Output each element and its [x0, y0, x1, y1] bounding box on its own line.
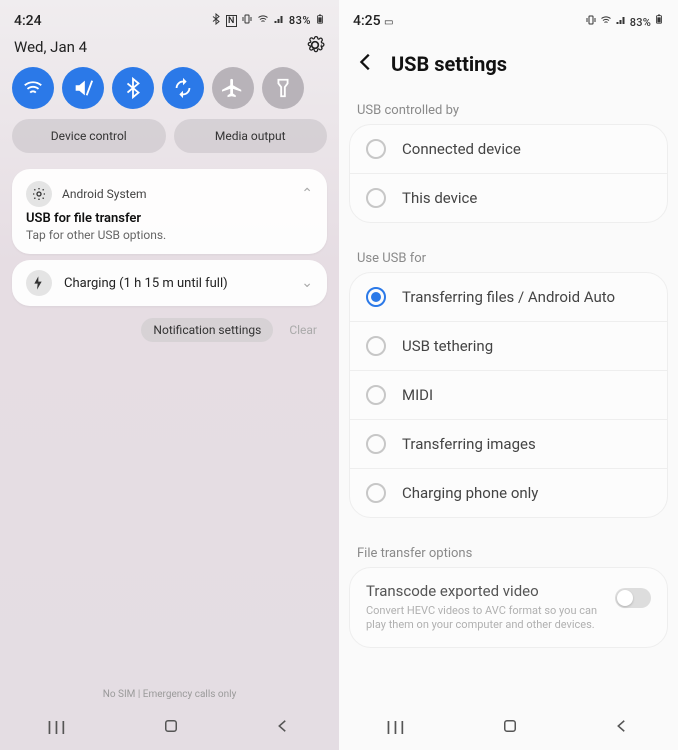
- notif-app-label: Android System: [62, 187, 147, 201]
- option-label: This device: [402, 189, 477, 207]
- page-title: USB settings: [391, 52, 507, 76]
- notification-shade-screen: 4:24 N 83% Wed, Jan 4: [0, 0, 339, 750]
- home-button[interactable]: [501, 717, 519, 739]
- option-this-device[interactable]: This device: [350, 174, 667, 222]
- status-bar: 4:24 N 83%: [0, 0, 339, 31]
- option-label: Transferring images: [402, 435, 536, 453]
- status-bar: 4:25 ▭ 83%: [339, 0, 678, 33]
- flashlight-toggle[interactable]: [262, 67, 304, 109]
- option-label: Connected device: [402, 140, 521, 158]
- radio-icon: [366, 385, 386, 405]
- option-transferring-images[interactable]: Transferring images: [350, 420, 667, 469]
- autorotate-toggle[interactable]: [162, 67, 204, 109]
- option-label: MIDI: [402, 386, 433, 404]
- header: USB settings: [339, 33, 678, 89]
- section-label-controlled: USB controlled by: [339, 89, 678, 124]
- mute-toggle[interactable]: [62, 67, 104, 109]
- signal-icon: [273, 13, 285, 28]
- status-icons: N 83%: [210, 12, 325, 29]
- battery-icon: [315, 12, 325, 29]
- settings-icon[interactable]: [305, 35, 325, 59]
- option-connected-device[interactable]: Connected device: [350, 125, 667, 174]
- battery-icon: [654, 18, 664, 29]
- transcode-title: Transcode exported video: [366, 582, 603, 600]
- option-charging-only[interactable]: Charging phone only: [350, 469, 667, 517]
- radio-icon: [366, 287, 386, 307]
- wifi-icon: [257, 13, 269, 28]
- recents-button[interactable]: III: [47, 718, 68, 739]
- bluetooth-toggle[interactable]: [112, 67, 154, 109]
- chevron-up-icon: ⌃: [301, 186, 313, 202]
- usb-notification[interactable]: Android System ⌃ USB for file transfer T…: [12, 169, 327, 254]
- radio-icon: [366, 139, 386, 159]
- option-label: Transferring files / Android Auto: [402, 288, 615, 306]
- date-text: Wed, Jan 4: [14, 38, 87, 56]
- usb-settings-screen: 4:25 ▭ 83% USB settings USB controlled b…: [339, 0, 678, 750]
- card-icon: ▭: [384, 17, 393, 28]
- radio-icon: [366, 336, 386, 356]
- bolt-icon: [26, 270, 52, 296]
- status-time: 4:25 ▭: [353, 13, 394, 29]
- controlled-by-card: Connected device This device: [349, 124, 668, 223]
- qs-buttons-row: Device control Media output: [0, 119, 339, 163]
- vibrate-icon: [241, 13, 253, 28]
- vibrate-icon: [585, 18, 600, 29]
- radio-icon: [366, 188, 386, 208]
- clear-button[interactable]: Clear: [283, 318, 323, 342]
- battery-text: 83%: [289, 14, 311, 27]
- date-row: Wed, Jan 4: [0, 31, 339, 67]
- back-icon[interactable]: [355, 51, 377, 77]
- radio-icon: [366, 483, 386, 503]
- transcode-desc: Convert HEVC videos to AVC format so you…: [366, 604, 603, 633]
- media-output-button[interactable]: Media output: [174, 119, 328, 153]
- option-transferring-files[interactable]: Transferring files / Android Auto: [350, 273, 667, 322]
- notif-title: USB for file transfer: [26, 211, 313, 226]
- charging-notification[interactable]: Charging (1 h 15 m until full) ⌄: [12, 260, 327, 306]
- option-usb-tethering[interactable]: USB tethering: [350, 322, 667, 371]
- use-for-card: Transferring files / Android Auto USB te…: [349, 272, 668, 518]
- quick-settings-row: [0, 67, 339, 119]
- notif-actions: Notification settings Clear: [0, 312, 339, 348]
- wifi-icon: [600, 18, 615, 29]
- transcode-card[interactable]: Transcode exported video Convert HEVC vi…: [349, 567, 668, 648]
- back-button[interactable]: [613, 717, 631, 739]
- status-icons: 83%: [585, 12, 664, 29]
- nav-bar: III: [339, 706, 678, 750]
- back-button[interactable]: [274, 717, 292, 739]
- charging-text: Charging (1 h 15 m until full): [64, 276, 228, 291]
- wifi-toggle[interactable]: [12, 67, 54, 109]
- option-midi[interactable]: MIDI: [350, 371, 667, 420]
- chevron-down-icon: ⌄: [301, 275, 313, 291]
- radio-icon: [366, 434, 386, 454]
- gear-badge-icon: [26, 181, 52, 207]
- section-label-ft-options: File transfer options: [339, 532, 678, 567]
- notification-settings-button[interactable]: Notification settings: [141, 318, 273, 342]
- battery-text: 83%: [630, 16, 652, 29]
- section-label-use-for: Use USB for: [339, 237, 678, 272]
- airplane-toggle[interactable]: [212, 67, 254, 109]
- bluetooth-icon: [210, 13, 222, 28]
- home-button[interactable]: [162, 717, 180, 739]
- recents-button[interactable]: III: [386, 718, 407, 739]
- notif-subtitle: Tap for other USB options.: [26, 228, 313, 242]
- signal-icon: [615, 18, 630, 29]
- nav-bar: III: [0, 706, 339, 750]
- option-label: Charging phone only: [402, 484, 538, 502]
- option-label: USB tethering: [402, 337, 493, 355]
- transcode-switch[interactable]: [615, 588, 651, 608]
- device-control-button[interactable]: Device control: [12, 119, 166, 153]
- no-sim-label: No SIM | Emergency calls only: [0, 689, 339, 700]
- status-time: 4:24: [14, 13, 42, 29]
- nfc-icon: N: [226, 15, 237, 27]
